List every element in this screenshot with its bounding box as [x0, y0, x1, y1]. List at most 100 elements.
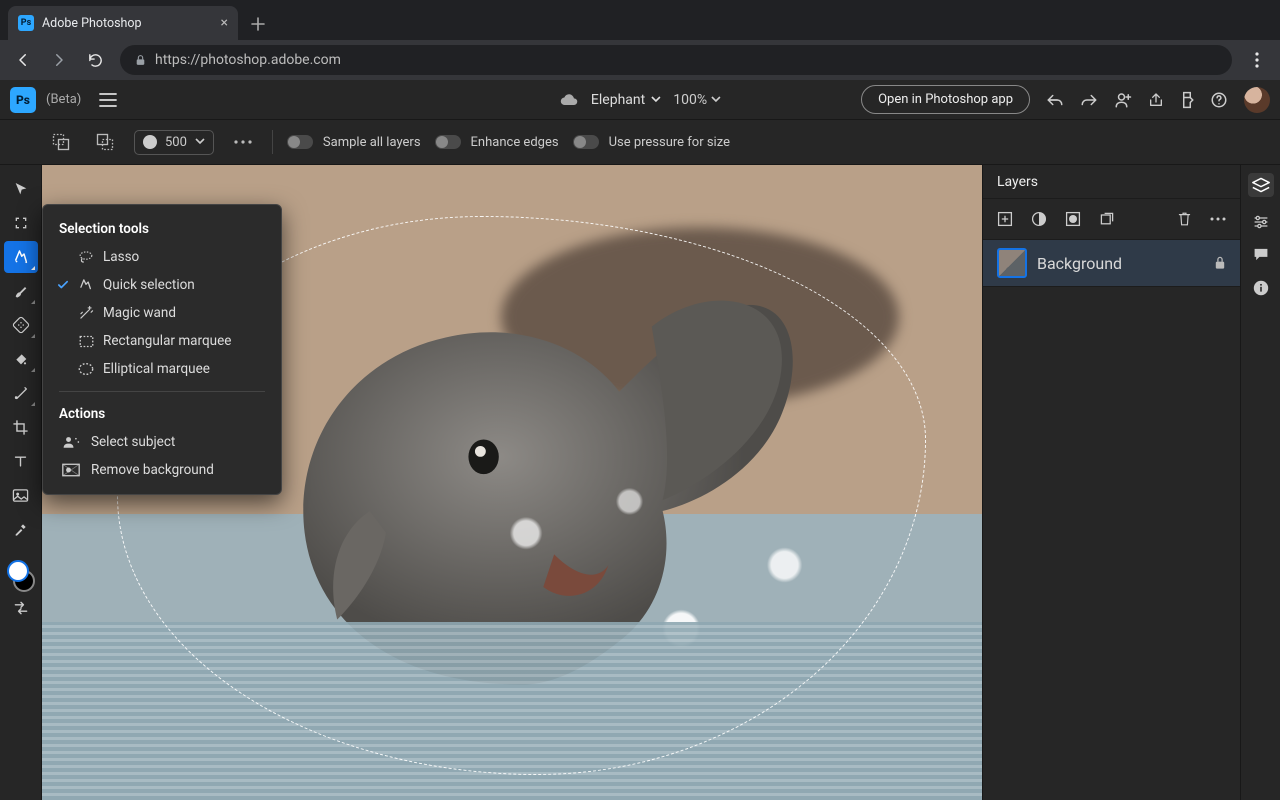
adjustment-layer-button[interactable] — [1031, 211, 1047, 227]
sample-all-layers-toggle[interactable] — [287, 135, 313, 149]
foreground-color-swatch[interactable] — [7, 560, 29, 582]
undo-button[interactable] — [1046, 92, 1064, 108]
flyout-item-label: Magic wand — [103, 305, 176, 321]
layers-panel-title: Layers — [983, 165, 1240, 199]
divider — [272, 130, 273, 154]
subtract-from-selection-button[interactable] — [90, 127, 120, 157]
share-button[interactable] — [1148, 92, 1164, 108]
rect-marquee-icon — [77, 335, 95, 348]
tool-options-bar: 500 Sample all layers Enhance edges Use … — [0, 120, 1280, 165]
flyout-item-label: Remove background — [91, 462, 214, 478]
beta-label: (Beta) — [46, 92, 81, 107]
main-menu-button[interactable] — [99, 93, 117, 107]
transform-tool[interactable] — [4, 207, 38, 239]
clip-mask-button[interactable] — [1099, 211, 1115, 227]
address-bar[interactable]: https://photoshop.adobe.com — [120, 45, 1232, 75]
swap-colors-button[interactable] — [13, 601, 29, 615]
ellipse-marquee-icon — [77, 362, 95, 376]
redo-button[interactable] — [1080, 92, 1098, 108]
help-button[interactable] — [1210, 91, 1228, 109]
check-icon — [57, 280, 69, 290]
right-rail — [1240, 165, 1280, 800]
layer-more-button[interactable] — [1210, 217, 1226, 221]
mask-button[interactable] — [1065, 211, 1081, 227]
layer-thumbnail — [997, 248, 1027, 278]
brush-size-dropdown[interactable]: 500 — [134, 130, 214, 155]
gradient-tool[interactable] — [4, 377, 38, 409]
delete-layer-button[interactable] — [1177, 211, 1192, 227]
properties-rail-button[interactable] — [1253, 215, 1269, 229]
close-tab-icon[interactable]: × — [221, 15, 228, 31]
move-tool[interactable] — [4, 173, 38, 205]
flyout-item-label: Quick selection — [103, 277, 195, 293]
info-rail-button[interactable] — [1253, 280, 1269, 296]
type-tool[interactable] — [4, 445, 38, 477]
flyout-item-quick-selection[interactable]: Quick selection — [43, 271, 281, 299]
quick-selection-icon — [77, 277, 95, 293]
select-subject-icon — [61, 435, 81, 449]
lock-layer-icon[interactable] — [1214, 256, 1226, 270]
zoom-dropdown[interactable]: 100% — [673, 92, 721, 108]
flyout-item-label: Elliptical marquee — [103, 361, 210, 377]
layer-row-background[interactable]: Background — [983, 239, 1240, 287]
lock-icon — [134, 54, 147, 67]
layers-panel: Layers Background — [982, 165, 1240, 800]
flyout-item-lasso[interactable]: Lasso — [43, 243, 281, 271]
invite-button[interactable] — [1114, 91, 1132, 109]
chevron-down-icon — [195, 138, 205, 146]
new-tab-button[interactable] — [244, 10, 272, 38]
add-layer-button[interactable] — [997, 211, 1013, 227]
use-pressure-label: Use pressure for size — [609, 135, 730, 150]
color-swatches[interactable] — [4, 557, 38, 595]
back-button[interactable] — [8, 45, 38, 75]
flyout-item-label: Lasso — [103, 249, 139, 265]
brush-dot-icon — [143, 135, 157, 149]
feedback-button[interactable] — [1180, 91, 1194, 109]
forward-button[interactable] — [44, 45, 74, 75]
cloud-icon — [559, 93, 579, 107]
browser-tab-strip: Ps Adobe Photoshop × — [0, 0, 1280, 40]
quick-selection-tool[interactable] — [4, 241, 38, 273]
lasso-icon — [77, 250, 95, 264]
comments-rail-button[interactable] — [1253, 247, 1269, 262]
flyout-item-label: Select subject — [91, 434, 175, 450]
more-brush-options-button[interactable] — [228, 127, 258, 157]
browser-menu-button[interactable] — [1242, 52, 1272, 68]
document-name-dropdown[interactable]: Elephant — [591, 92, 661, 108]
brush-size-value: 500 — [165, 135, 187, 150]
flyout-item-ellipse-marquee[interactable]: Elliptical marquee — [43, 355, 281, 383]
ps-logo-icon[interactable]: Ps — [10, 87, 36, 113]
app-header: Ps (Beta) Elephant 100% Open in Photosho… — [0, 80, 1280, 120]
reload-button[interactable] — [80, 45, 110, 75]
fill-tool[interactable] — [4, 343, 38, 375]
zoom-value: 100% — [673, 92, 707, 108]
flyout-item-rect-marquee[interactable]: Rectangular marquee — [43, 327, 281, 355]
chevron-down-icon — [651, 96, 661, 104]
add-to-selection-button[interactable] — [46, 127, 76, 157]
flyout-item-magic-wand[interactable]: Magic wand — [43, 299, 281, 327]
use-pressure-toggle[interactable] — [573, 135, 599, 149]
url-text: https://photoshop.adobe.com — [155, 52, 341, 68]
enhance-edges-toggle[interactable] — [435, 135, 461, 149]
layers-rail-button[interactable] — [1248, 173, 1274, 197]
layers-panel-toolbar — [983, 199, 1240, 239]
open-in-app-button[interactable]: Open in Photoshop app — [861, 85, 1030, 114]
enhance-edges-label: Enhance edges — [471, 135, 559, 150]
crop-tool[interactable] — [4, 411, 38, 443]
flyout-action-remove-background[interactable]: Remove background — [43, 456, 281, 484]
place-image-tool[interactable] — [4, 479, 38, 511]
browser-toolbar: https://photoshop.adobe.com — [0, 40, 1280, 80]
flyout-section-selection: Selection tools — [43, 215, 281, 243]
tool-rail — [0, 165, 42, 800]
remove-background-icon — [61, 463, 81, 477]
browser-tab[interactable]: Ps Adobe Photoshop × — [8, 6, 238, 40]
selection-tool-flyout: Selection tools Lasso Quick selection Ma… — [42, 204, 282, 495]
flyout-action-select-subject[interactable]: Select subject — [43, 428, 281, 456]
eyedropper-tool[interactable] — [4, 513, 38, 545]
flyout-item-label: Rectangular marquee — [103, 333, 231, 349]
spot-heal-tool[interactable] — [4, 309, 38, 341]
user-avatar[interactable] — [1244, 87, 1270, 113]
brush-tool[interactable] — [4, 275, 38, 307]
tab-title: Adobe Photoshop — [42, 16, 142, 31]
magic-wand-icon — [77, 305, 95, 321]
